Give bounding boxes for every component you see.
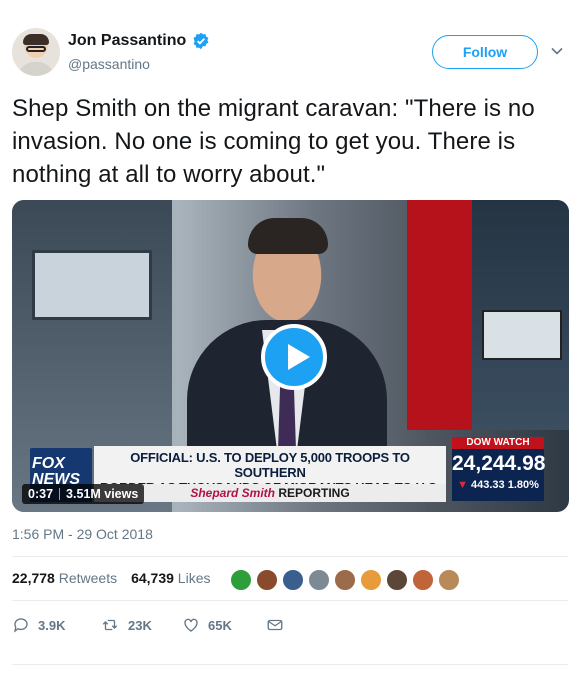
show-suffix: REPORTING bbox=[278, 486, 350, 500]
retweets-count: 22,778 bbox=[12, 570, 55, 586]
avatar-shirt bbox=[18, 62, 54, 76]
envelope-icon bbox=[266, 616, 284, 634]
verified-badge-icon bbox=[192, 32, 210, 50]
author-handle[interactable]: @passantino bbox=[68, 56, 150, 72]
show-name: Shepard Smith bbox=[190, 486, 275, 500]
retweets-label: Retweets bbox=[58, 570, 118, 586]
tweet-card: Jon Passantino @passantino Follow Shep S… bbox=[0, 0, 572, 682]
tweet-timestamp[interactable]: 1:56 PM - 29 Oct 2018 bbox=[12, 526, 153, 542]
divider bbox=[12, 556, 568, 557]
video-views: 3.51M views bbox=[66, 487, 139, 501]
video-duration-views-badge: 0:37 3.51M views bbox=[22, 484, 145, 504]
liker-avatar[interactable] bbox=[307, 568, 331, 592]
author-avatar[interactable] bbox=[12, 28, 60, 76]
dow-change: ▼ 443.33 1.80% bbox=[452, 479, 544, 491]
retweet-count: 23K bbox=[128, 617, 152, 633]
retweet-icon bbox=[100, 616, 120, 634]
dow-change-points: 443.33 bbox=[471, 479, 505, 491]
liker-avatar[interactable] bbox=[359, 568, 383, 592]
avatar-hair bbox=[23, 34, 49, 45]
liker-avatars bbox=[229, 568, 461, 592]
liker-avatar[interactable] bbox=[333, 568, 357, 592]
dow-watch-label: DOW WATCH bbox=[452, 437, 544, 449]
reply-count: 3.9K bbox=[38, 617, 66, 633]
anchor-hair bbox=[248, 218, 328, 254]
liker-avatar[interactable] bbox=[281, 568, 305, 592]
video-background-red-panel bbox=[407, 200, 477, 430]
news-banner: OFFICIAL: U.S. TO DEPLOY 5,000 TROOPS TO… bbox=[94, 446, 446, 495]
liker-avatar[interactable] bbox=[229, 568, 253, 592]
video-background-screen bbox=[32, 250, 152, 320]
likes-count: 64,739 bbox=[131, 570, 174, 586]
follow-button[interactable]: Follow bbox=[432, 35, 538, 69]
dow-value: 24,244.98 bbox=[452, 452, 546, 475]
liker-avatar[interactable] bbox=[385, 568, 409, 592]
engagement-stats: 22,778 Retweets 64,739 Likes bbox=[12, 570, 210, 586]
likes-label: Likes bbox=[177, 570, 211, 586]
like-count: 65K bbox=[208, 617, 232, 633]
direct-message-action[interactable] bbox=[266, 616, 284, 634]
divider bbox=[12, 664, 568, 665]
reply-icon bbox=[12, 616, 30, 634]
tweet-actions: 3.9K 23K 65K bbox=[12, 616, 284, 634]
divider bbox=[12, 600, 568, 601]
dow-watch-box: 24,244.98 ▼ 443.33 1.80% bbox=[452, 449, 546, 501]
show-name-bar: Shepard Smith REPORTING bbox=[94, 484, 446, 502]
down-arrow-icon: ▼ bbox=[457, 479, 468, 491]
likes-stat[interactable]: 64,739 Likes bbox=[131, 570, 210, 586]
liker-avatar[interactable] bbox=[437, 568, 461, 592]
avatar-glasses bbox=[26, 46, 46, 52]
badge-separator bbox=[59, 488, 61, 500]
tweet-text: Shep Smith on the migrant caravan: "Ther… bbox=[12, 95, 535, 188]
heart-icon bbox=[182, 616, 200, 634]
author-name-row: Jon Passantino bbox=[68, 32, 210, 50]
reply-action[interactable]: 3.9K bbox=[12, 616, 100, 634]
play-button-icon[interactable] bbox=[261, 324, 327, 390]
video-player[interactable]: FOX NEWS OFFICIAL: U.S. TO DEPLOY 5,000 … bbox=[12, 200, 569, 512]
retweets-stat[interactable]: 22,778 Retweets bbox=[12, 570, 117, 586]
author-display-name[interactable]: Jon Passantino bbox=[68, 32, 186, 50]
banner-line-1: OFFICIAL: U.S. TO DEPLOY 5,000 TROOPS TO… bbox=[130, 450, 410, 480]
like-action[interactable]: 65K bbox=[182, 616, 266, 634]
video-background-monitor bbox=[482, 310, 562, 360]
retweet-action[interactable]: 23K bbox=[100, 616, 182, 634]
dow-change-percent: 1.80% bbox=[507, 479, 539, 491]
liker-avatar[interactable] bbox=[411, 568, 435, 592]
video-duration: 0:37 bbox=[28, 487, 54, 501]
chevron-down-icon[interactable] bbox=[550, 44, 564, 58]
liker-avatar[interactable] bbox=[255, 568, 279, 592]
